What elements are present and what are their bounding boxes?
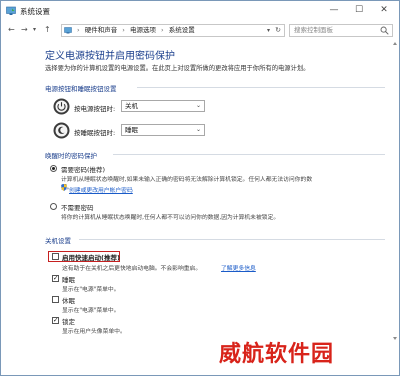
system-settings-window: 系统设置 — ☐ ✕ ← → ▾ ↑ › 硬件和声音 › 电源选项 › 系统设置… [0, 0, 400, 376]
shutdown-section-title: 关机设置 [45, 237, 71, 245]
page-description: 选择要为你的计算机设置的电源设置。在此页上对设置所做的更改将应用于你所有的电源计… [45, 65, 310, 72]
page-title: 定义电源按钮并启用密码保护 [45, 51, 175, 62]
require-password-label[interactable]: 需要密码(推荐) [61, 164, 105, 174]
hibernate-checkbox[interactable] [52, 296, 59, 303]
hibernate-label[interactable]: 休眠 [62, 295, 75, 305]
search-icon[interactable] [380, 26, 389, 35]
back-arrow-icon[interactable]: ← [8, 24, 15, 36]
lock-label[interactable]: 锁定 [62, 316, 75, 326]
sleep-desc: 显示在"电源"菜单中。 [62, 287, 120, 293]
uac-shield-icon [61, 184, 67, 191]
breadcrumb-hardware-sound[interactable]: 硬件和声音 [85, 26, 118, 34]
sleep-button-label: 按睡眠按钮时: [74, 129, 116, 137]
sleep-button-action-select[interactable]: 睡眠 ⌄ [121, 124, 205, 136]
section-divider [113, 154, 385, 155]
refresh-icon[interactable]: ↻ [275, 25, 281, 36]
lock-checkbox[interactable]: ✓ [52, 317, 59, 324]
vertical-scrollbar[interactable] [392, 41, 398, 341]
learn-more-link[interactable]: 了解更多信息 [221, 263, 256, 272]
breadcrumb: › 硬件和声音 › 电源选项 › 系统设置 [74, 25, 195, 36]
navigation-bar: ← → ▾ ↑ › 硬件和声音 › 电源选项 › 系统设置 ▾ ↻ 搜索控制面板 [1, 21, 399, 39]
recent-dropdown-icon[interactable]: ▾ [33, 24, 36, 36]
chevron-down-icon: ⌄ [195, 102, 201, 109]
breadcrumb-power-options[interactable]: 电源选项 [130, 26, 156, 34]
address-dropdown-icon[interactable]: ▾ [267, 25, 270, 36]
require-password-desc-line1: 计算机从睡眠状态唤醒时,如果未输入正确的密码将无法解除计算机锁定。任何人都无法访… [61, 177, 313, 183]
fast-startup-desc: 这有助于在关机之后更快地启动电脑。不会影响重启。 [62, 266, 202, 272]
search-input[interactable]: 搜索控制面板 [289, 24, 393, 37]
up-arrow-icon[interactable]: ↑ [44, 24, 51, 36]
sleep-button-icon [53, 122, 70, 139]
sleep-label[interactable]: 睡眠 [62, 274, 75, 284]
hibernate-desc: 显示在"电源"菜单中。 [62, 308, 120, 314]
forward-arrow-icon[interactable]: → [21, 24, 28, 36]
breadcrumb-system-settings[interactable]: 系统设置 [169, 26, 195, 34]
no-password-desc: 将你的计算机从睡眠状态唤醒时,任何人都不可以访问你的数据,因为计算机未被锁定。 [61, 215, 280, 221]
lock-desc: 显示在用户头像菜单中。 [62, 329, 126, 335]
minimize-button[interactable]: — [323, 3, 345, 17]
chevron-down-icon: ⌄ [195, 126, 201, 133]
control-panel-app-icon [6, 6, 16, 15]
address-box[interactable]: › 硬件和声音 › 电源选项 › 系统设置 ▾ ↻ [61, 24, 285, 37]
section-divider [137, 87, 385, 88]
require-password-radio[interactable] [50, 165, 57, 172]
power-button-icon [53, 98, 70, 115]
close-button[interactable]: ✕ [373, 3, 395, 17]
wake-password-section-title: 唤醒时的密码保护 [45, 152, 97, 160]
create-change-password-link[interactable]: 创建或更改用户帐户密码 [69, 185, 133, 194]
power-button-action-value: 关机 [125, 102, 138, 110]
maximize-button[interactable]: ☐ [348, 3, 370, 17]
site-watermark: 威航软件园 [219, 342, 335, 367]
power-button-section-title: 电源按钮和睡眠按钮设置 [45, 85, 117, 93]
breadcrumb-separator-icon: › [77, 26, 80, 34]
no-password-radio[interactable] [50, 203, 57, 210]
search-placeholder: 搜索控制面板 [294, 26, 333, 34]
breadcrumb-separator-icon: › [122, 26, 125, 34]
sleep-button-action-value: 睡眠 [125, 126, 138, 134]
sleep-checkbox[interactable]: ✓ [52, 275, 59, 282]
section-divider [79, 239, 385, 240]
fast-startup-checkbox[interactable] [52, 253, 59, 260]
breadcrumb-separator-icon: › [161, 26, 164, 34]
title-bar: 系统设置 — ☐ ✕ [1, 1, 399, 21]
power-button-action-select[interactable]: 关机 ⌄ [121, 100, 205, 112]
window-title: 系统设置 [20, 7, 50, 16]
control-panel-icon [64, 27, 72, 34]
power-button-label: 按电源按钮时: [74, 105, 116, 113]
fast-startup-label[interactable]: 启用快速启动(推荐) [62, 252, 120, 262]
no-password-label[interactable]: 不需要密码 [61, 202, 94, 212]
